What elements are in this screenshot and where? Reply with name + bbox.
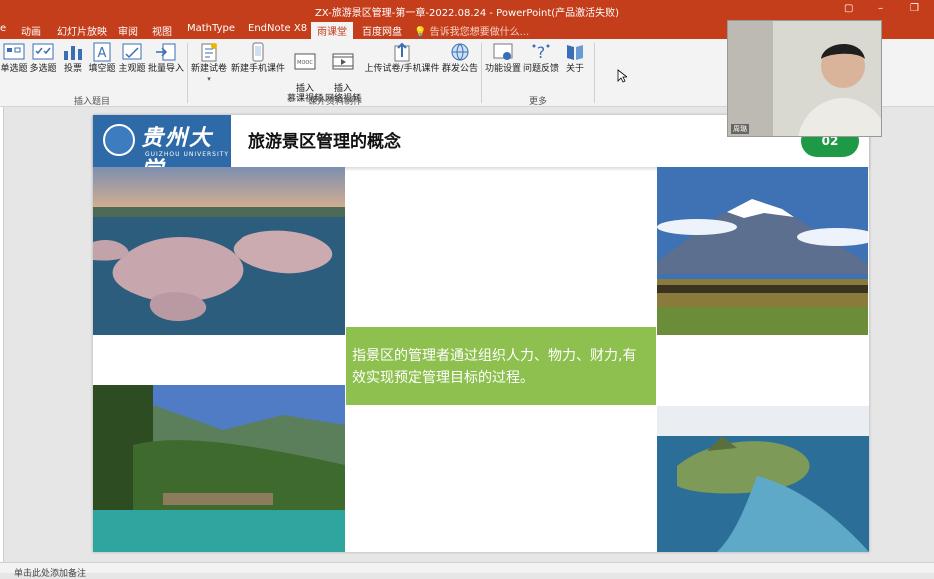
university-logo: 贵州大学 GUIZHOU UNIVERSITY — [93, 115, 231, 183]
forest-river-photo[interactable] — [93, 385, 345, 552]
multi-choice-icon — [32, 43, 54, 60]
new-exam-button[interactable]: 新建试卷 ▾ — [190, 42, 228, 84]
single-choice-button[interactable]: 单选题 — [0, 42, 28, 74]
about-button[interactable]: 关于 — [563, 42, 587, 74]
tab-rain-classroom[interactable]: 雨课堂 — [311, 22, 353, 39]
new-mobile-courseware-label: 新建手机课件 — [231, 64, 286, 74]
vote-label: 投票 — [63, 64, 82, 74]
announce-label: 群发公告 — [442, 64, 479, 74]
tab-animation[interactable]: 动画 — [21, 23, 41, 39]
tab-review[interactable]: 审阅 — [118, 23, 138, 39]
about-label: 关于 — [565, 64, 584, 74]
new-mobile-courseware-button[interactable]: 新建手机课件 — [231, 42, 285, 74]
group-separator — [481, 43, 482, 103]
mouse-cursor-icon — [617, 69, 627, 83]
about-icon — [567, 45, 583, 60]
svg-text:A: A — [98, 46, 107, 61]
maximize-icon[interactable]: – — [878, 3, 883, 14]
group-separator — [594, 43, 595, 103]
web-video-icon — [332, 53, 354, 70]
tab-baidu-netdisk[interactable]: 百度网盘 — [362, 23, 402, 39]
vote-button[interactable]: 投票 — [61, 42, 85, 74]
minimize-icon[interactable]: ▢ — [844, 3, 853, 14]
vote-icon — [64, 46, 82, 60]
webcam-name: 周璐 — [731, 124, 749, 134]
settings-button[interactable]: 功能设置 — [485, 42, 521, 74]
notes-bar[interactable]: 单击此处添加备注 — [0, 562, 934, 579]
lightbulb-icon: 💡 — [414, 27, 427, 38]
settings-icon — [493, 43, 513, 60]
single-choice-icon — [3, 43, 25, 60]
tab-partial[interactable]: e — [0, 23, 6, 39]
batch-import-button[interactable]: 批量导入 — [148, 42, 184, 74]
lake-islands-photo[interactable] — [93, 167, 345, 335]
presenter-image — [728, 21, 881, 136]
group-label-insert-questions: 插入题目 — [74, 97, 111, 107]
svg-text:?: ? — [537, 43, 546, 62]
slide[interactable]: 贵州大学 GUIZHOU UNIVERSITY 旅游景区管理的概念 02 — [93, 115, 869, 552]
upload-label: 上传试卷/手机课件 — [364, 64, 440, 74]
batch-import-icon — [156, 43, 176, 61]
window-title: ZX-旅游景区管理-第一章-2022.08.24 - PowerPoint(产品… — [314, 8, 620, 19]
tell-me-search[interactable]: 💡 告诉我您想要做什么... — [414, 23, 529, 39]
fill-blank-button[interactable]: A 填空题 — [88, 42, 116, 74]
feedback-button[interactable]: ? 问题反馈 — [523, 42, 559, 74]
new-mobile-courseware-icon — [252, 42, 264, 62]
feedback-icon: ? — [532, 43, 550, 62]
mountain-savanna-photo[interactable] — [657, 167, 868, 335]
fill-blank-icon: A — [93, 42, 111, 62]
island-reef-photo[interactable] — [657, 406, 869, 552]
announce-button[interactable]: 群发公告 — [442, 42, 478, 74]
announce-icon — [451, 43, 469, 61]
tab-slideshow[interactable]: 幻灯片放映 — [57, 23, 107, 39]
thumbnail-pane[interactable] — [0, 107, 4, 562]
tell-me-text: 告诉我您想要做什么... — [429, 27, 530, 38]
subjective-icon — [122, 43, 142, 60]
single-choice-label: 单选题 — [0, 64, 28, 74]
multi-choice-button[interactable]: 多选题 — [29, 42, 57, 74]
restore-icon[interactable]: ❐ — [910, 3, 919, 14]
new-exam-icon — [201, 43, 217, 62]
new-exam-label: 新建试卷 — [190, 64, 227, 74]
dropdown-arrow-icon[interactable]: ▾ — [190, 74, 228, 84]
tab-endnote[interactable]: EndNote X8 — [248, 23, 307, 39]
webcam-overlay: 周璐 — [727, 20, 882, 137]
svg-text:MOOC: MOOC — [297, 60, 313, 66]
definition-textbox[interactable]: 指景区的管理者通过组织人力、物力、财力,有效实现预定管理目标的过程。 — [346, 327, 656, 405]
group-label-more: 更多 — [529, 97, 548, 107]
slide-title[interactable]: 旅游景区管理的概念 — [248, 127, 401, 152]
seal-icon — [103, 124, 135, 156]
upload-icon — [394, 42, 410, 62]
batch-import-label: 批量导入 — [148, 64, 185, 74]
upload-button[interactable]: 上传试卷/手机课件 — [364, 42, 440, 74]
multi-choice-label: 多选题 — [29, 64, 57, 74]
subjective-label: 主观题 — [118, 64, 146, 74]
title-bar: ZX-旅游景区管理-第一章-2022.08.24 - PowerPoint(产品… — [0, 0, 934, 20]
tab-view[interactable]: 视图 — [152, 23, 172, 39]
feedback-label: 问题反馈 — [523, 64, 560, 74]
group-label-materials: 课外资料制作 — [308, 97, 363, 107]
subjective-button[interactable]: 主观题 — [118, 42, 146, 74]
group-separator — [187, 43, 188, 103]
tab-mathtype[interactable]: MathType — [187, 23, 235, 39]
fill-blank-label: 填空题 — [88, 64, 116, 74]
logo-english: GUIZHOU UNIVERSITY — [145, 151, 230, 158]
settings-label: 功能设置 — [485, 64, 522, 74]
mooc-video-icon: MOOC — [294, 53, 316, 70]
